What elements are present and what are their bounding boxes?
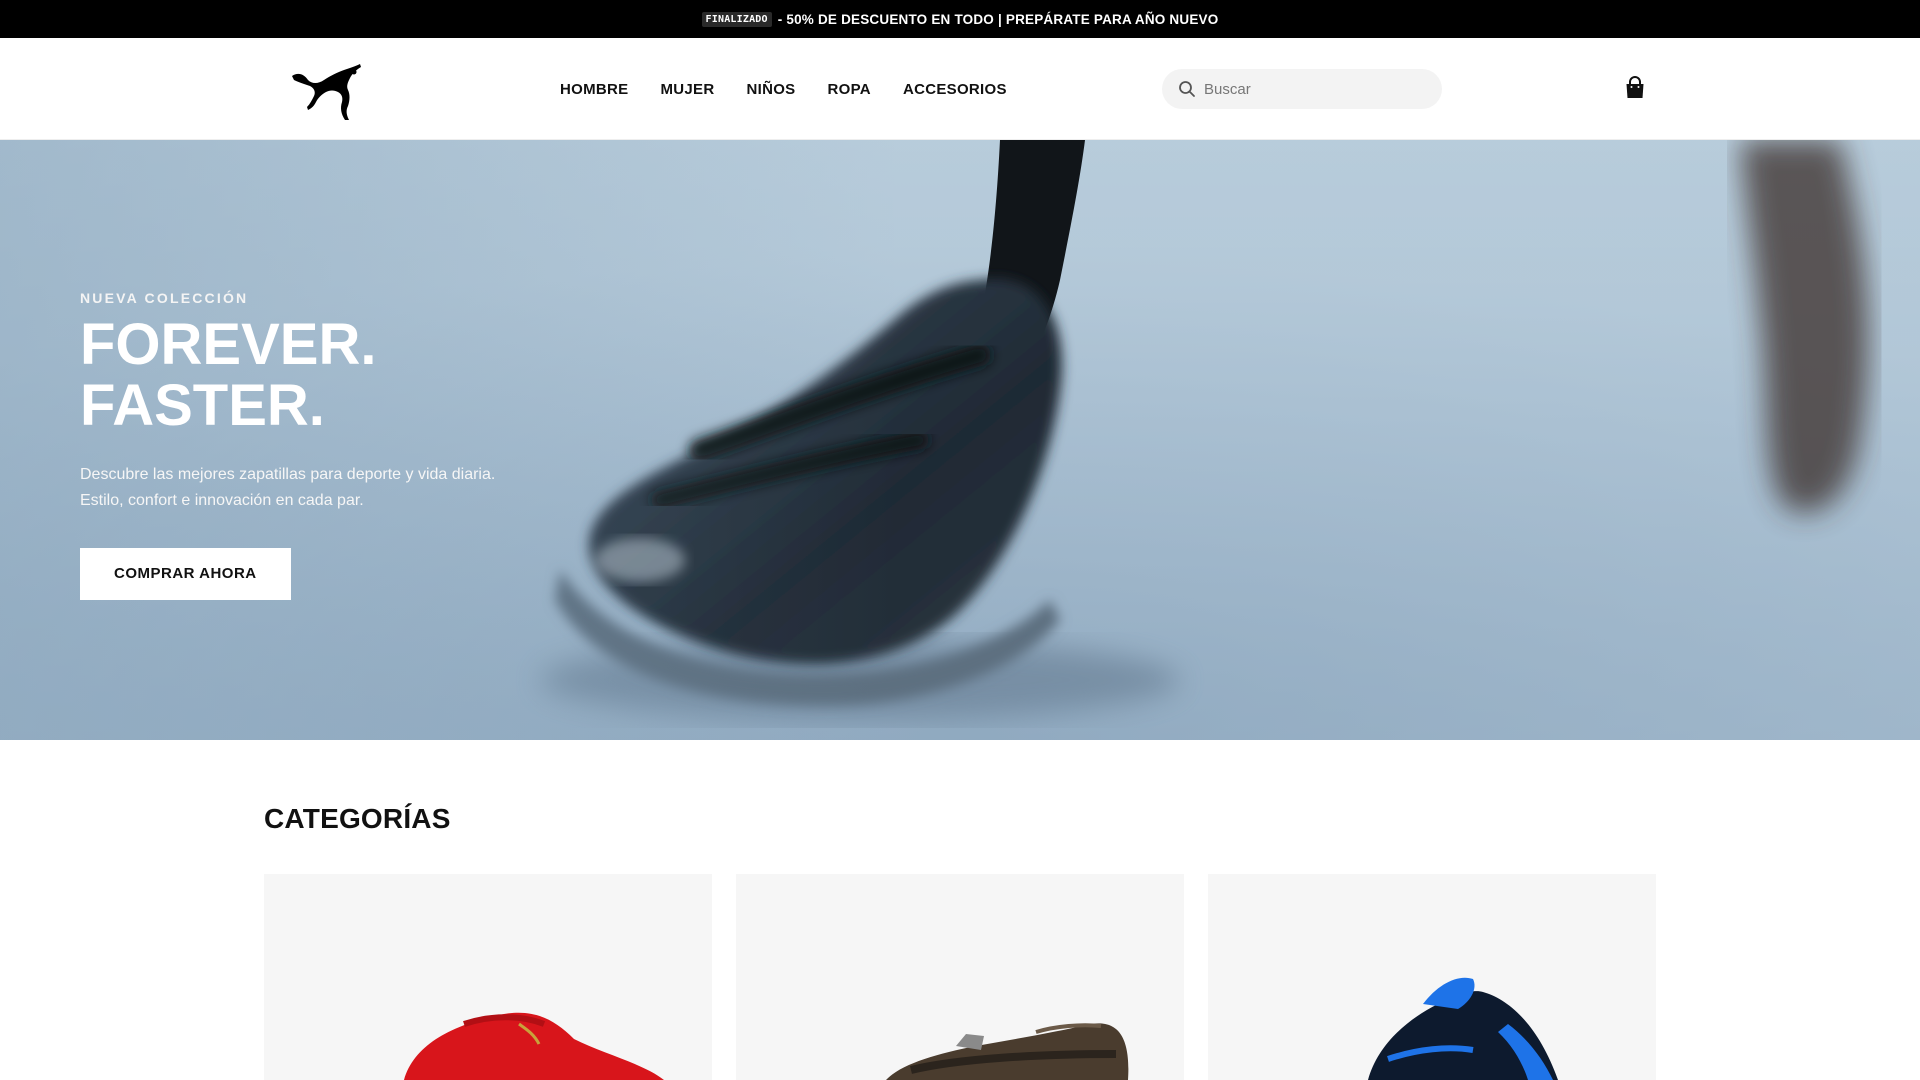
nav-item-ninos[interactable]: NIÑOS bbox=[746, 81, 795, 98]
promo-tag: FINALIZADO bbox=[701, 11, 772, 27]
hero-title: FOREVER. FASTER. bbox=[80, 314, 540, 436]
hero-banner: NUEVA COLECCIÓN FOREVER. FASTER. Descubr… bbox=[0, 140, 1920, 740]
categories-title: CATEGORÍAS bbox=[264, 803, 451, 834]
search-input[interactable] bbox=[1204, 80, 1424, 98]
promo-text: - 50% DE DESCUENTO EN TODO | PREPÁRATE P… bbox=[777, 11, 1219, 27]
hero-description: Descubre las mejores zapatillas para dep… bbox=[80, 466, 496, 509]
search-icon bbox=[1178, 80, 1196, 98]
shop-now-button[interactable]: COMPRAR AHORA bbox=[80, 548, 291, 600]
red-sneaker-image bbox=[404, 1012, 664, 1080]
mary-jane-shoe-image bbox=[886, 1023, 1129, 1080]
nav-item-ropa[interactable]: ROPA bbox=[828, 81, 871, 98]
category-card-1[interactable] bbox=[264, 874, 712, 1080]
main-nav: HOMBRE MUJER NIÑOS ROPA ACCESORIOS bbox=[560, 38, 1007, 140]
hero-title-line-1: FOREVER. bbox=[80, 312, 377, 377]
blue-sneaker-image bbox=[1368, 977, 1558, 1080]
site-header: HOMBRE MUJER NIÑOS ROPA ACCESORIOS bbox=[0, 38, 1920, 140]
category-card-3[interactable] bbox=[1208, 874, 1656, 1080]
nav-item-mujer[interactable]: MUJER bbox=[660, 81, 714, 98]
hero-eyebrow: NUEVA COLECCIÓN bbox=[80, 290, 249, 306]
shopping-bag-icon[interactable] bbox=[1623, 76, 1647, 100]
puma-logo-icon[interactable] bbox=[288, 62, 364, 122]
hero-content: NUEVA COLECCIÓN FOREVER. FASTER. Descubr… bbox=[80, 290, 540, 600]
hero-title-line-2: FASTER. bbox=[80, 373, 325, 438]
promo-bar: FINALIZADO - 50% DE DESCUENTO EN TODO | … bbox=[0, 0, 1920, 38]
search-box bbox=[1162, 69, 1442, 109]
nav-item-hombre[interactable]: HOMBRE bbox=[560, 81, 628, 98]
nav-item-accesorios[interactable]: ACCESORIOS bbox=[903, 81, 1007, 98]
category-card-2[interactable] bbox=[736, 874, 1184, 1080]
